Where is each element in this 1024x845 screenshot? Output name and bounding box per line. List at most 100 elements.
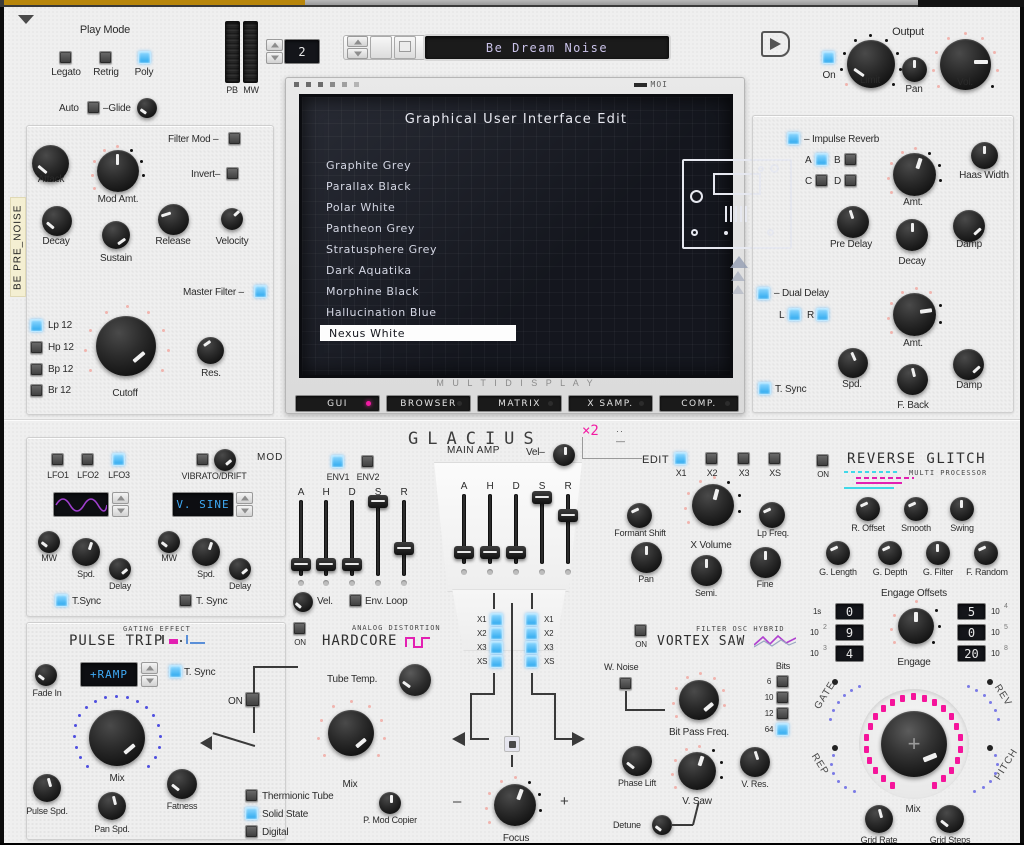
offset-right-value-0[interactable]: 5 [957, 603, 986, 620]
tab-comp[interactable]: COMP. [659, 395, 739, 412]
theme-item-nexus-white-selected[interactable]: Nexus White [320, 325, 516, 341]
reverb-damp-knob[interactable] [953, 210, 985, 242]
x-left-x2-toggle[interactable] [490, 627, 503, 640]
bits-10-toggle[interactable] [776, 691, 789, 704]
v-res-knob[interactable] [740, 747, 770, 777]
theme-item-parallax-black[interactable]: Parallax Black [326, 180, 411, 193]
theme-item-polar-white[interactable]: Polar White [326, 201, 395, 214]
w-noise-toggle[interactable] [619, 677, 632, 690]
offset-right-value-2[interactable]: 20 [957, 645, 986, 662]
grid-mix-knob[interactable]: + [881, 711, 947, 777]
offset-left-value-0[interactable]: 0 [835, 603, 864, 620]
thermionic-tube-toggle[interactable] [245, 789, 258, 802]
reverb-slot-b-toggle[interactable] [844, 153, 857, 166]
glide-knob[interactable] [137, 98, 157, 118]
pulse-trip-tsync-toggle[interactable] [169, 665, 182, 678]
env-slider-s-track[interactable] [376, 500, 380, 576]
res-knob[interactable] [197, 337, 224, 364]
cutoff-knob[interactable] [96, 316, 156, 376]
amp-slider-a-thumb[interactable] [454, 546, 474, 559]
env-slider-r-track[interactable] [402, 500, 406, 576]
vibrato-delay-knob[interactable] [229, 558, 251, 580]
output-on-toggle[interactable] [822, 51, 835, 64]
x-right-x2-toggle[interactable] [525, 627, 538, 640]
bit-pass-freq-knob[interactable] [679, 680, 719, 720]
auto-glide-toggle[interactable] [87, 101, 100, 114]
pitch-bend-fader[interactable] [225, 21, 240, 83]
vibrato-tsync-toggle[interactable] [179, 594, 192, 607]
vibrato-wave-stepper[interactable] [236, 492, 253, 517]
delay-spd-knob[interactable] [838, 348, 868, 378]
delay-l-toggle[interactable] [788, 308, 801, 321]
theme-item-stratusphere-grey[interactable]: Stratusphere Grey [326, 243, 437, 256]
amp-slider-r-thumb[interactable] [558, 509, 578, 522]
edit-xs-toggle[interactable] [768, 452, 781, 465]
hardcore-on-toggle[interactable] [293, 622, 306, 635]
smooth-knob[interactable] [904, 497, 928, 521]
voice-count-value[interactable]: 2 [284, 39, 320, 64]
mod-wheel-fader[interactable] [243, 21, 258, 83]
pre-delay-knob[interactable] [837, 206, 869, 238]
x-right-x3-toggle[interactable] [525, 641, 538, 654]
vibrato-mw-knob[interactable] [158, 531, 180, 553]
delay-damp-knob[interactable] [953, 349, 984, 380]
lfo1-toggle[interactable] [51, 453, 64, 466]
master-filter-toggle[interactable] [254, 285, 267, 298]
velocity-knob[interactable] [221, 208, 243, 230]
collapse-chevron-icon[interactable] [18, 15, 32, 27]
pulse-mode-down-arrow-icon[interactable] [141, 675, 158, 687]
decay-knob[interactable] [42, 206, 72, 236]
amp-slider-r-track[interactable] [566, 494, 570, 564]
bits-6-toggle[interactable] [776, 675, 789, 688]
tab-xsamp[interactable]: X SAMP. [568, 395, 653, 412]
haas-width-knob[interactable] [971, 142, 998, 169]
vibrato-spd-knob[interactable] [192, 538, 220, 566]
x-left-x1-toggle[interactable] [490, 613, 503, 626]
pulse-trip-mode-stepper[interactable] [141, 662, 158, 687]
preset-stepper[interactable] [347, 36, 368, 59]
lfo2-toggle[interactable] [81, 453, 94, 466]
preset-down-arrow-icon[interactable] [347, 48, 368, 59]
grid-steps-knob[interactable] [936, 805, 964, 833]
x-left-x3-toggle[interactable] [490, 641, 503, 654]
filter-type-lp12-toggle[interactable] [30, 319, 43, 332]
lfo-spd-knob[interactable] [72, 538, 100, 566]
theme-item-pantheon-grey[interactable]: Pantheon Grey [326, 222, 415, 235]
semi-knob[interactable] [691, 555, 722, 586]
env-slider-a-thumb[interactable] [291, 558, 311, 571]
theme-item-hallucination-blue[interactable]: Hallucination Blue [326, 306, 437, 319]
pulse-trip-mode-display[interactable]: +RAMP [80, 662, 138, 687]
edit-x3-toggle[interactable] [737, 452, 750, 465]
digital-toggle[interactable] [245, 825, 258, 838]
x-right-x1-toggle[interactable] [525, 613, 538, 626]
f-random-knob[interactable] [974, 541, 998, 565]
reverb-slot-a-toggle[interactable] [815, 153, 828, 166]
env-slider-r-thumb[interactable] [394, 542, 414, 555]
amp-slider-d-thumb[interactable] [506, 546, 526, 559]
env1-toggle[interactable] [331, 455, 344, 468]
offset-right-value-1[interactable]: 0 [957, 624, 986, 641]
tab-gui[interactable]: GUI [295, 395, 380, 412]
x-center-node[interactable] [504, 736, 520, 752]
voice-count-stepper[interactable] [266, 39, 283, 64]
hardcore-mix-knob[interactable] [328, 710, 374, 756]
focus-knob[interactable] [494, 784, 536, 826]
release-knob[interactable] [158, 204, 189, 235]
offset-left-value-1[interactable]: 9 [835, 624, 864, 641]
preset-name-field[interactable]: Be Dream Noise [423, 34, 671, 61]
p-mod-copier-knob[interactable] [379, 792, 401, 814]
filter-type-bp12-toggle[interactable] [30, 363, 43, 376]
lfo-mw-knob[interactable] [38, 531, 60, 553]
dual-delay-toggle[interactable] [757, 287, 770, 300]
delay-tsync-toggle[interactable] [758, 382, 771, 395]
edit-x1-toggle[interactable] [674, 452, 687, 465]
pan-output-knob[interactable] [902, 57, 927, 82]
voice-up-arrow-icon[interactable] [266, 39, 283, 51]
vibrato-wave-display[interactable]: V. SINE [172, 492, 234, 517]
play-mode-retrig-toggle[interactable] [99, 51, 112, 64]
filter-type-hp12-toggle[interactable] [30, 341, 43, 354]
env-vel-knob[interactable] [293, 592, 313, 612]
theme-item-dark-aquatika[interactable]: Dark Aquatika [326, 264, 412, 277]
sustain-knob[interactable] [102, 221, 130, 249]
engage-knob[interactable] [898, 608, 934, 644]
